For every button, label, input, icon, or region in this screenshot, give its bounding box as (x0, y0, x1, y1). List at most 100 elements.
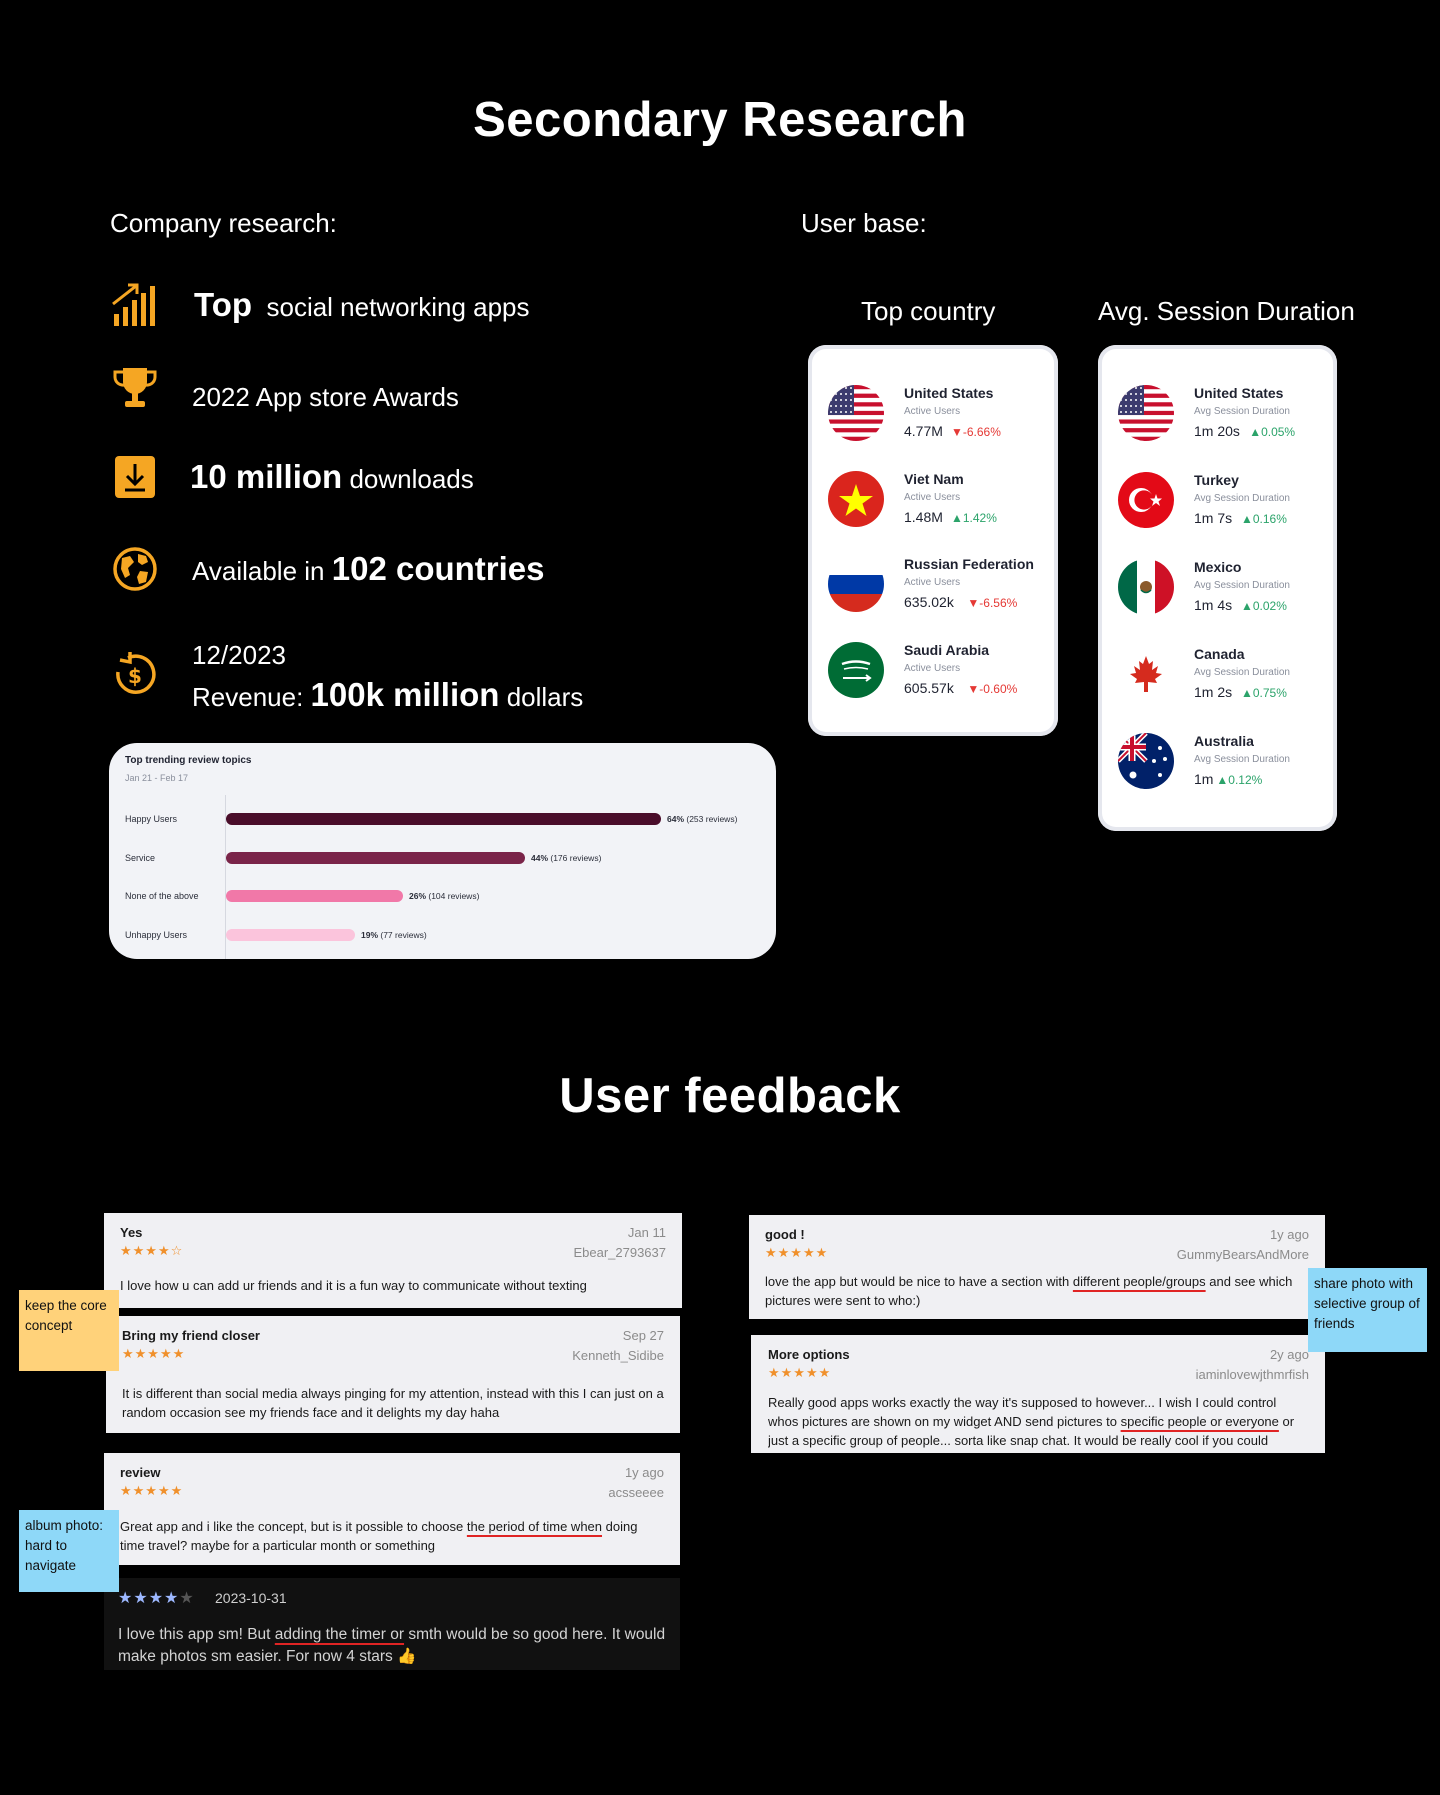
review-title: review (120, 1465, 161, 1480)
review-topics-title: Top trending review topics (125, 755, 252, 766)
change-badge: ▲1.42% (951, 510, 997, 525)
top-country-card: United States Active Users 4.77M ▼-6.66% Vie… (808, 345, 1058, 736)
country-name: Australia (1194, 733, 1254, 749)
country-name: United States (1194, 385, 1284, 401)
metric-label: Active Users (904, 662, 961, 674)
metric-value: 1.48M (904, 508, 943, 525)
top-country-row: Saudi Arabia Active Users 605.57k ▼-0.60% (828, 641, 1048, 712)
session-row: Mexico Avg Session Duration 1m 4s ▲0.02% (1118, 559, 1338, 629)
top-text: social networking apps (266, 292, 530, 322)
review-title: good ! (765, 1227, 805, 1242)
metric-label: Avg Session Duration (1194, 493, 1290, 504)
sticky-note-share-photo: share photo with selective group of frie… (1308, 1268, 1427, 1352)
review-date: 2y ago (1269, 1347, 1309, 1362)
download-icon (115, 456, 155, 498)
review-date: 1y ago (624, 1465, 664, 1480)
sticky-note-keep-core-concept: keep the core concept (19, 1290, 119, 1371)
review-body: It is different than social media always… (122, 1386, 664, 1420)
session-row: Australia Avg Session Duration 1m ▲0.12% (1118, 733, 1338, 803)
review-card-good: good ! 1y ago ★★★★★ GummyBearsAndMore lo… (749, 1215, 1325, 1319)
topic-label: Service (125, 852, 156, 863)
review-title: Yes (120, 1225, 143, 1240)
review-stars: ★★★★★ (765, 1245, 829, 1260)
sticky-note-album-photo: album photo: hard to navigate (19, 1510, 119, 1592)
session-duration-card: United States Avg Session Duration 1m 20s ▲… (1098, 345, 1337, 831)
review-body-underlined: specific people or everyone (1120, 1414, 1279, 1429)
country-name: Canada (1194, 646, 1245, 662)
review-stars-empty: ★ (179, 1590, 195, 1607)
topic-label: Unhappy Users (125, 929, 188, 940)
review-title: Bring my friend closer (122, 1328, 260, 1343)
country-name: Saudi Arabia (904, 641, 990, 658)
top-country-row: Russian Federation Active Users 635.02k ▼-6… (828, 556, 1048, 626)
metric-label: Active Users (904, 577, 961, 588)
review-stars: ★★★★☆ (120, 1243, 184, 1258)
session-row: Turkey Avg Session Duration 1m 7s ▲0.16% (1118, 472, 1338, 542)
section-title-secondary-research: Secondary Research (473, 93, 967, 147)
downloads-text: downloads (349, 464, 474, 494)
topic-bar (226, 851, 525, 864)
topic-bar (226, 928, 355, 941)
metric-label: Active Users (904, 491, 961, 503)
topic-value: 19% (77 reviews) (361, 929, 427, 940)
review-card-bring-friend-closer: Bring my friend closer Sep 27 ★★★★★ Kenn… (106, 1316, 680, 1433)
metric-value: 1m 4s (1194, 597, 1233, 613)
flag-us-icon (828, 385, 884, 441)
review-stars-filled: ★★★★ (118, 1590, 180, 1607)
review-date: Jan 11 (627, 1225, 666, 1240)
user-base-label: User base: (801, 208, 927, 238)
topic-label: Happy Users (125, 814, 178, 824)
flag-vn-icon (828, 470, 884, 527)
revenue-date: 12/2023 (192, 640, 286, 670)
growth-chart-icon (112, 283, 155, 326)
review-body-pre: I love this app sm! But (118, 1626, 275, 1643)
topic-value: 26% (104 reviews) (409, 891, 480, 901)
review-date: Sep 27 (622, 1328, 664, 1343)
review-stars: ★★★★★ (120, 1483, 184, 1498)
review-author: Ebear_2793637 (573, 1245, 666, 1260)
topic-label: None of the above (125, 891, 199, 901)
metric-value: 1m (1194, 771, 1214, 787)
metric-value: 635.02k (904, 594, 954, 610)
metric-label: Avg Session Duration (1194, 667, 1290, 678)
metric-value: 1m 20s (1194, 423, 1240, 439)
metric-value: 1m 7s (1194, 510, 1233, 526)
top-country-row: United States Active Users 4.77M ▼-6.66% (828, 385, 1048, 455)
company-item-top (110, 280, 160, 335)
metric-label: Avg Session Duration (1194, 754, 1290, 765)
metric-value: 1m 2s (1194, 684, 1233, 700)
review-card-yes: Yes Jan 11 ★★★★☆ Ebear_2793637 I love ho… (104, 1213, 682, 1308)
change-badge: ▼-6.56% (967, 596, 1018, 610)
flag-au-icon (1118, 733, 1174, 789)
change-badge: ▲0.75% (1241, 686, 1287, 700)
review-author: acsseeee (608, 1485, 664, 1500)
available-prefix: Available in (192, 556, 325, 586)
country-name: Mexico (1194, 559, 1242, 575)
review-card-review: review 1y ago ★★★★★ acsseeee Great app a… (104, 1453, 680, 1565)
revenue-prefix: Revenue: (192, 682, 304, 712)
change-badge: ▲0.12% (1216, 773, 1263, 787)
change-badge: ▼-0.60% (967, 681, 1018, 696)
review-stars: ★★★★★ (122, 1346, 186, 1361)
flag-us-icon (1118, 385, 1174, 441)
review-body-pre: love the app but would be nice to have a… (765, 1274, 1073, 1289)
country-name: Russian Federation (904, 556, 1034, 572)
review-author: GummyBearsAndMore (1176, 1247, 1309, 1262)
revenue-highlight: 100k million (310, 676, 500, 713)
metric-label: Avg Session Duration (1194, 406, 1290, 417)
top-highlight: Top (194, 286, 253, 323)
review-body-underlined: adding the timer or (274, 1626, 405, 1643)
top-country-heading: Top country (861, 296, 996, 326)
country-name: United States (904, 385, 994, 401)
downloads-highlight: 10 million (190, 458, 343, 495)
review-stars: ★★★★★ (768, 1365, 832, 1380)
metric-label: Active Users (904, 406, 961, 417)
company-research-label: Company research: (110, 208, 337, 238)
section-title-user-feedback: User feedback (559, 1069, 901, 1123)
topic-bar (226, 890, 403, 902)
session-row: Canada Avg Session Duration 1m 2s ▲0.75% (1118, 646, 1338, 716)
metric-label: Avg Session Duration (1194, 580, 1290, 591)
session-row: United States Avg Session Duration 1m 20s ▲… (1118, 385, 1338, 455)
review-body: I love how u can add ur friends and it i… (120, 1278, 587, 1293)
metric-value: 4.77M (904, 423, 943, 439)
